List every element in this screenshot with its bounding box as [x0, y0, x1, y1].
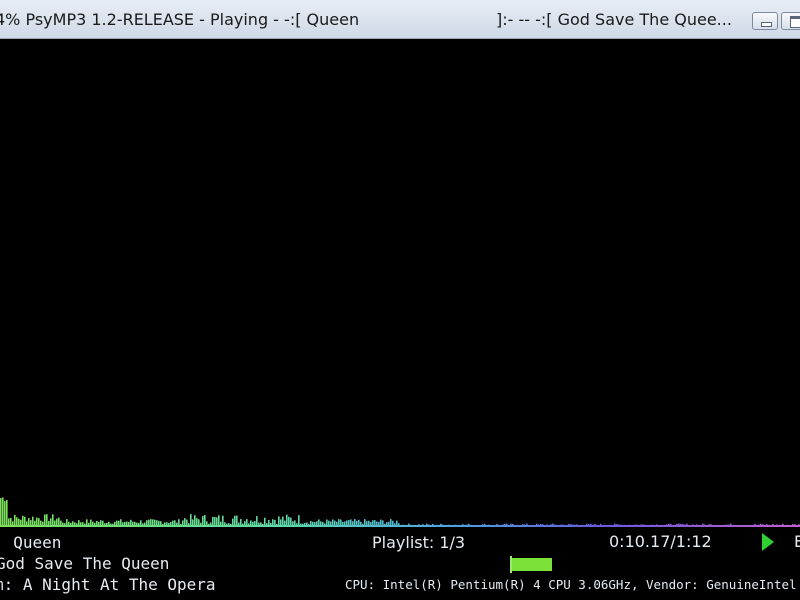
- maximize-button[interactable]: [781, 12, 800, 30]
- album-label: m: A Night At The Opera: [0, 575, 216, 594]
- cpu-info: CPU: Intel(R) Pentium(R) 4 CPU 3.06GHz, …: [345, 577, 797, 592]
- spectrum-bar: [0, 498, 2, 526]
- playback-time: 0:10.17/1:12: [609, 532, 712, 551]
- play-icon[interactable]: [762, 533, 774, 551]
- minimize-icon: [761, 22, 772, 27]
- truncated-label: E: [794, 532, 800, 551]
- spectrum-bar: [6, 500, 8, 526]
- maximize-icon: [790, 16, 800, 28]
- title-bar[interactable]: 4% PsyMP3 1.2-RELEASE - Playing - -:[ Qu…: [0, 0, 800, 39]
- artist-label: : Queen: [0, 533, 62, 552]
- spectrum-baseline: [0, 525, 800, 527]
- window-title: 4% PsyMP3 1.2-RELEASE - Playing - -:[ Qu…: [0, 10, 360, 29]
- spectrum-bar: [4, 501, 6, 526]
- visualizer-area: [0, 40, 800, 528]
- window-title-now-playing: ]:- -- -:[ God Save The Quee...: [496, 10, 732, 29]
- volume-bar[interactable]: [510, 556, 556, 573]
- spectrum-bar: [2, 497, 4, 526]
- minimize-button[interactable]: [752, 12, 778, 30]
- volume-fill: [512, 558, 552, 571]
- track-title-label: God Save The Queen: [0, 554, 170, 573]
- spectrum-analyzer: [0, 497, 800, 526]
- psymp3-window: 4% PsyMP3 1.2-RELEASE - Playing - -:[ Qu…: [0, 0, 800, 600]
- playlist-position: Playlist: 1/3: [372, 533, 466, 552]
